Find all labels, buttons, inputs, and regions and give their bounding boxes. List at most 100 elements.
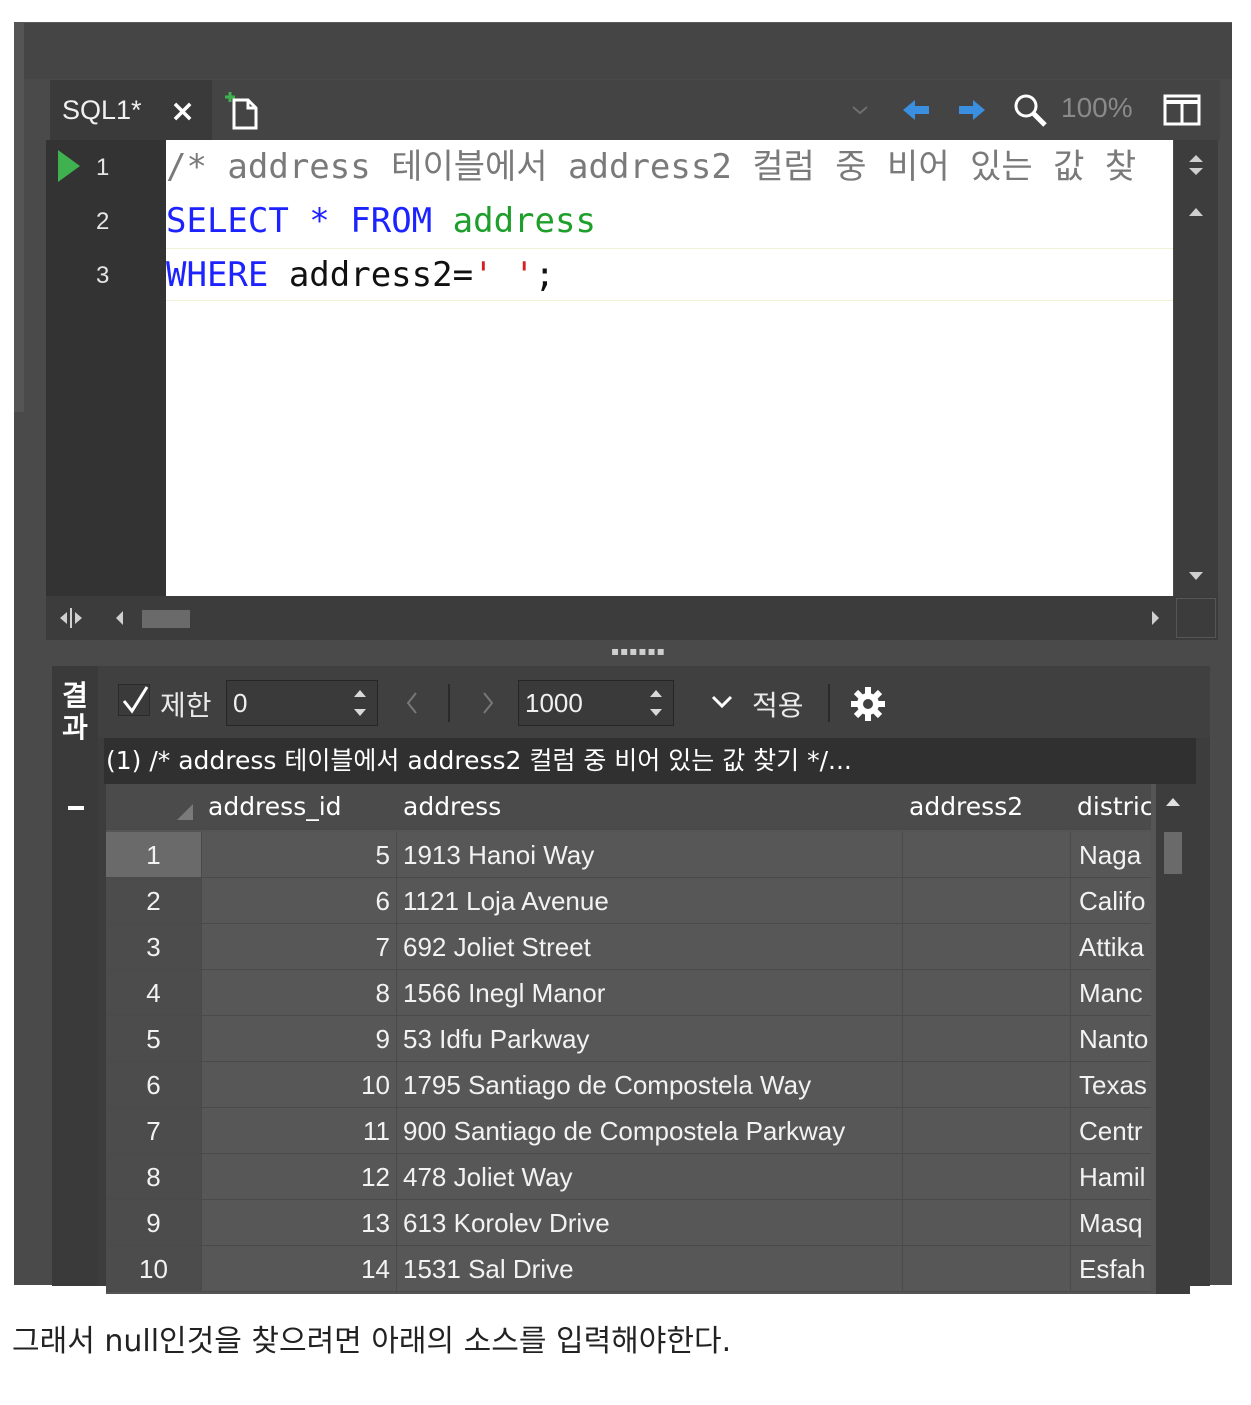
row-number-header[interactable] [106,784,202,830]
results-side-tab[interactable]: 결과 [52,666,98,1286]
row-number[interactable]: 2 [106,878,202,924]
table-row[interactable]: 6 10 1795 Santiago de Compostela Way Texas [106,1062,1166,1108]
cell-address-id[interactable]: 10 [202,1062,397,1108]
editor-vertical-scrollbar[interactable] [1174,140,1218,596]
cell-address2[interactable] [903,1062,1071,1108]
panel-splitter-grip[interactable]: ▪▪▪▪▪▪ [611,644,666,658]
cell-address-id[interactable]: 8 [202,970,397,1016]
cell-district[interactable]: Texas [1071,1062,1151,1108]
cell-address[interactable]: 53 Idfu Parkway [397,1016,903,1062]
cell-address[interactable]: 1795 Santiago de Compostela Way [397,1062,903,1108]
results-grid[interactable]: address_id address address2 districi 151… [106,784,1166,1294]
code-line-3: WHERE address2=' '; [166,248,1173,302]
cell-address-id[interactable]: 5 [202,832,397,878]
result-query-label[interactable]: (1) /* address 테이블에서 address2 컬럼 중 비어 있는… [104,738,1196,784]
cell-address2[interactable] [903,1016,1071,1062]
row-count-stepper[interactable]: 1000 [518,680,674,726]
table-row[interactable]: 9 13 613 Korolev Drive Masq [106,1200,1166,1246]
tab-sql1[interactable]: SQL1* × [50,80,212,140]
chevron-down-icon[interactable] [710,692,734,712]
editor-horizontal-scrollbar[interactable] [46,596,1218,640]
table-row[interactable]: 10 14 1531 Sal Drive Esfah [106,1246,1166,1292]
cell-address2[interactable] [903,878,1071,924]
grid-scroll-thumb[interactable] [1164,832,1182,874]
row-number[interactable]: 7 [106,1108,202,1154]
table-row[interactable]: 7 11 900 Santiago de Compostela Parkway Cen… [106,1108,1166,1154]
cell-address2[interactable] [903,970,1071,1016]
cell-address[interactable]: 900 Santiago de Compostela Parkway [397,1108,903,1154]
cell-address2[interactable] [903,832,1071,878]
cell-address-id[interactable]: 7 [202,924,397,970]
horizontal-scroll-thumb[interactable] [142,610,190,628]
table-row[interactable]: 4 8 1566 Inegl Manor Manc [106,970,1166,1016]
cell-district[interactable]: Hamil [1071,1154,1151,1200]
cell-address2[interactable] [903,924,1071,970]
cell-district[interactable]: Nanto [1071,1016,1151,1062]
cell-address[interactable]: 613 Korolev Drive [397,1200,903,1246]
row-number[interactable]: 3 [106,924,202,970]
cell-address-id[interactable]: 11 [202,1108,397,1154]
row-number[interactable]: 6 [106,1062,202,1108]
column-header-address[interactable]: address [397,784,903,830]
cell-address[interactable]: 1913 Hanoi Way [397,832,903,878]
cell-address[interactable]: 692 Joliet Street [397,924,903,970]
cell-address-id[interactable]: 6 [202,878,397,924]
cell-district[interactable]: Manc [1071,970,1151,1016]
minimize-icon[interactable] [68,806,84,810]
cell-address2[interactable] [903,1108,1071,1154]
cell-district[interactable]: Masq [1071,1200,1151,1246]
cell-address2[interactable] [903,1154,1071,1200]
offset-stepper[interactable]: 0 [226,680,378,726]
scroll-up-icon[interactable] [1156,792,1190,812]
cell-district[interactable]: Attika [1071,924,1151,970]
forward-arrow-icon[interactable] [954,90,990,130]
previous-page-icon[interactable] [404,690,420,716]
table-row[interactable]: 5 9 53 Idfu Parkway Nanto [106,1016,1166,1062]
column-header-district[interactable]: districi [1071,784,1151,830]
row-number[interactable]: 5 [106,1016,202,1062]
next-page-icon[interactable] [480,690,496,716]
gear-icon[interactable] [848,684,888,724]
scroll-left-icon[interactable] [110,596,130,640]
search-icon[interactable] [1010,90,1050,130]
new-document-icon[interactable] [222,88,268,134]
table-row[interactable]: 8 12 478 Joliet Way Hamil [106,1154,1166,1200]
cell-district[interactable]: Centr [1071,1108,1151,1154]
cell-address[interactable]: 1121 Loja Avenue [397,878,903,924]
stepper-arrows-icon[interactable] [647,685,665,721]
cell-address[interactable]: 478 Joliet Way [397,1154,903,1200]
cell-district[interactable]: Califo [1071,878,1151,924]
row-number[interactable]: 1 [106,832,202,878]
column-header-address2[interactable]: address2 [903,784,1071,830]
row-number[interactable]: 10 [106,1246,202,1292]
cell-address[interactable]: 1531 Sal Drive [397,1246,903,1292]
cell-address-id[interactable]: 13 [202,1200,397,1246]
table-row[interactable]: 1 5 1913 Hanoi Way Naga [106,832,1166,878]
grid-vertical-scrollbar[interactable] [1156,784,1190,1294]
scroll-right-icon[interactable] [1146,596,1166,640]
zoom-level[interactable]: 100% [1061,92,1133,124]
cell-address-id[interactable]: 14 [202,1246,397,1292]
cell-district[interactable]: Naga [1071,832,1151,878]
row-number[interactable]: 4 [106,970,202,1016]
stepper-arrows-icon[interactable] [351,685,369,721]
cell-address-id[interactable]: 9 [202,1016,397,1062]
cell-address2[interactable] [903,1246,1071,1292]
split-view-icon[interactable] [1162,90,1202,130]
apply-button[interactable]: 적용 [752,684,804,724]
cell-address[interactable]: 1566 Inegl Manor [397,970,903,1016]
table-row[interactable]: 3 7 692 Joliet Street Attika [106,924,1166,970]
back-arrow-icon[interactable] [898,90,934,130]
sql-editor[interactable]: /* address 테이블에서 address2 컬럼 중 비어 있는 값 찾… [166,140,1173,596]
cell-address2[interactable] [903,1200,1071,1246]
column-header-address-id[interactable]: address_id [202,784,397,830]
split-handle-icon[interactable] [56,596,96,640]
cell-district[interactable]: Esfah [1071,1246,1151,1292]
dropdown-arrow-icon[interactable] [848,90,872,130]
table-row[interactable]: 2 6 1121 Loja Avenue Califo [106,878,1166,924]
cell-address-id[interactable]: 12 [202,1154,397,1200]
row-number[interactable]: 8 [106,1154,202,1200]
close-icon[interactable]: × [170,94,195,129]
row-number[interactable]: 9 [106,1200,202,1246]
limit-checkbox[interactable] [118,684,150,716]
